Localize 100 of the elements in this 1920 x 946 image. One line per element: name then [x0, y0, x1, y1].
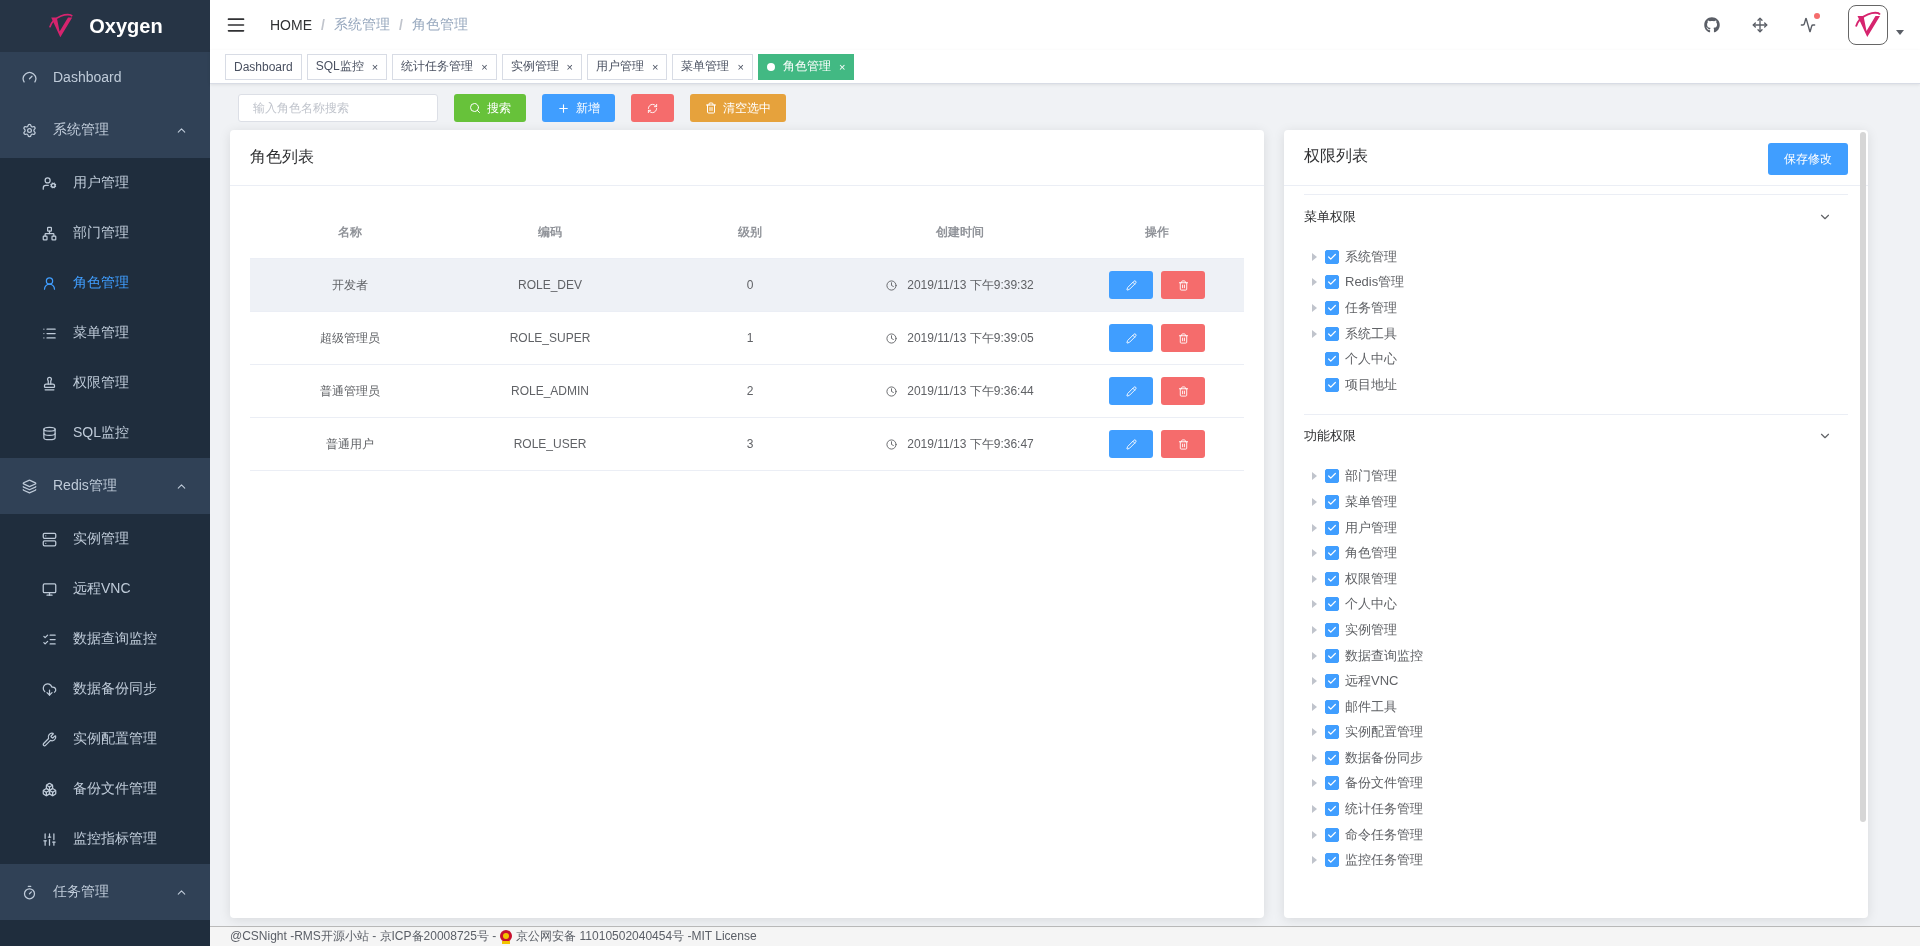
close-icon[interactable]: × [481, 60, 488, 73]
tree-node-label[interactable]: 远程VNC [1345, 672, 1399, 691]
checkbox[interactable] [1325, 622, 1339, 637]
checkbox[interactable] [1325, 571, 1339, 586]
move-arrows-icon[interactable] [1752, 17, 1768, 33]
sidebar-item[interactable]: 权限管理 [0, 358, 210, 408]
tree-node-label[interactable]: 命令任务管理 [1345, 825, 1423, 844]
tree-node-label[interactable]: 系统工具 [1345, 324, 1397, 343]
breadcrumb-link[interactable]: HOME [270, 17, 312, 33]
github-icon[interactable] [1704, 17, 1720, 33]
expand-arrow-icon[interactable] [1312, 805, 1317, 814]
expand-arrow-icon[interactable] [1312, 856, 1317, 865]
close-icon[interactable]: × [737, 60, 744, 73]
tab[interactable]: 实例管理 × [501, 53, 583, 80]
tree-node-label[interactable]: 菜单管理 [1345, 492, 1397, 511]
checkbox[interactable] [1325, 699, 1339, 714]
sidebar-item[interactable]: 数据查询监控 [0, 614, 210, 664]
tree-node-label[interactable]: 数据查询监控 [1345, 646, 1423, 665]
checkbox[interactable] [1325, 853, 1339, 868]
refresh-button[interactable] [631, 94, 674, 122]
expand-arrow-icon[interactable] [1312, 830, 1317, 839]
sidebar-item[interactable]: 实例配置管理 [0, 714, 210, 764]
tree-node-label[interactable]: 统计任务管理 [1345, 800, 1423, 819]
expand-arrow-icon[interactable] [1312, 625, 1317, 634]
caret-icon[interactable] [1896, 29, 1904, 35]
tree-node-label[interactable]: 角色管理 [1345, 544, 1397, 563]
tree-node-label[interactable]: 个人中心 [1345, 595, 1397, 614]
expand-arrow-icon[interactable] [1312, 728, 1317, 737]
collapse-header[interactable]: 功能权限 [1304, 413, 1848, 458]
checkbox[interactable] [1325, 494, 1339, 509]
tree-node-label[interactable]: 备份文件管理 [1345, 774, 1423, 793]
tree-node-label[interactable]: 数据备份同步 [1345, 748, 1423, 767]
checkbox[interactable] [1325, 827, 1339, 842]
close-icon[interactable]: × [371, 60, 379, 73]
expand-arrow-icon[interactable] [1312, 549, 1317, 558]
checkbox[interactable] [1325, 377, 1339, 392]
avatar[interactable] [1848, 5, 1888, 45]
menu-icon[interactable] [226, 15, 246, 35]
tab[interactable]: 菜单管理 × [672, 53, 753, 80]
tree-node-label[interactable]: 用户管理 [1345, 518, 1397, 537]
checkbox[interactable] [1325, 648, 1339, 663]
checkbox[interactable] [1325, 597, 1339, 612]
expand-arrow-icon[interactable] [1312, 753, 1317, 762]
tab[interactable]: 统计任务管理 × [392, 53, 497, 80]
sidebar-item[interactable]: SQL监控 [0, 408, 210, 458]
close-icon[interactable]: × [566, 60, 574, 73]
checkbox[interactable] [1325, 520, 1339, 535]
delete-button[interactable] [1161, 430, 1205, 458]
sidebar-item[interactable]: 远程VNC [0, 564, 210, 614]
expand-arrow-icon[interactable] [1312, 651, 1317, 660]
checkbox[interactable] [1325, 674, 1339, 689]
tree-node-label[interactable]: 任务管理 [1345, 299, 1397, 317]
scrollbar[interactable] [1860, 132, 1866, 822]
checkbox[interactable] [1325, 469, 1339, 484]
checkbox[interactable] [1325, 249, 1339, 264]
edit-button[interactable] [1109, 377, 1153, 405]
edit-button[interactable] [1109, 324, 1153, 352]
tab[interactable]: SQL监控 × [306, 53, 388, 80]
expand-arrow-icon[interactable] [1312, 304, 1317, 312]
checkbox[interactable] [1325, 275, 1339, 290]
checkbox[interactable] [1325, 776, 1339, 791]
search-field[interactable]: 输入角色名称搜索 [238, 94, 438, 122]
sidebar-group[interactable]: Redis管理 [0, 458, 210, 514]
sidebar-item[interactable]: 数据备份同步 [0, 664, 210, 714]
sidebar-item[interactable]: 监控指标管理 [0, 814, 210, 864]
sidebar-item[interactable]: 角色管理 [0, 258, 210, 308]
tab[interactable]: 用户管理 × [587, 53, 668, 80]
sidebar-item[interactable]: 实例管理 [0, 514, 210, 564]
tree-node-label[interactable]: 实例配置管理 [1345, 723, 1423, 742]
checkbox[interactable] [1325, 750, 1339, 765]
sidebar-item[interactable]: 部门管理 [0, 208, 210, 258]
expand-arrow-icon[interactable] [1312, 600, 1317, 609]
collapse-header[interactable]: 菜单权限 [1304, 194, 1848, 238]
expand-arrow-icon[interactable] [1312, 472, 1317, 481]
tree-node-label[interactable]: 监控任务管理 [1345, 851, 1423, 870]
table-row[interactable]: 开发者 ROLE_DEV 0 2019/11/13 下午9:39:32 [250, 259, 1244, 312]
expand-arrow-icon[interactable] [1312, 702, 1317, 711]
sidebar-item[interactable]: Dashboard [0, 52, 210, 102]
tree-node-label[interactable]: Redis管理 [1345, 273, 1405, 292]
tree-node-label[interactable]: 权限管理 [1345, 569, 1397, 588]
expand-arrow-icon[interactable] [1312, 574, 1317, 583]
edit-button[interactable] [1109, 271, 1153, 299]
checkbox[interactable] [1325, 802, 1339, 817]
expand-arrow-icon[interactable] [1312, 779, 1317, 788]
delete-button[interactable] [1161, 324, 1205, 352]
tree-node-label[interactable]: 系统管理 [1345, 247, 1397, 266]
delete-button[interactable] [1161, 271, 1205, 299]
checkbox[interactable] [1325, 725, 1339, 740]
expand-arrow-icon[interactable] [1312, 252, 1317, 261]
checkbox[interactable] [1325, 326, 1339, 341]
delete-button[interactable] [1161, 377, 1205, 405]
expand-arrow-icon[interactable] [1312, 278, 1317, 287]
expand-arrow-icon[interactable] [1312, 497, 1317, 506]
sidebar-item[interactable]: 菜单管理 [0, 308, 210, 358]
sidebar-item[interactable]: 用户管理 [0, 158, 210, 208]
expand-arrow-icon[interactable] [1312, 677, 1317, 686]
edit-button[interactable] [1109, 430, 1153, 458]
tree-node-label[interactable]: 项目地址 [1345, 375, 1397, 394]
sidebar-group[interactable]: 任务管理 [0, 864, 210, 920]
checkbox[interactable] [1325, 301, 1339, 315]
